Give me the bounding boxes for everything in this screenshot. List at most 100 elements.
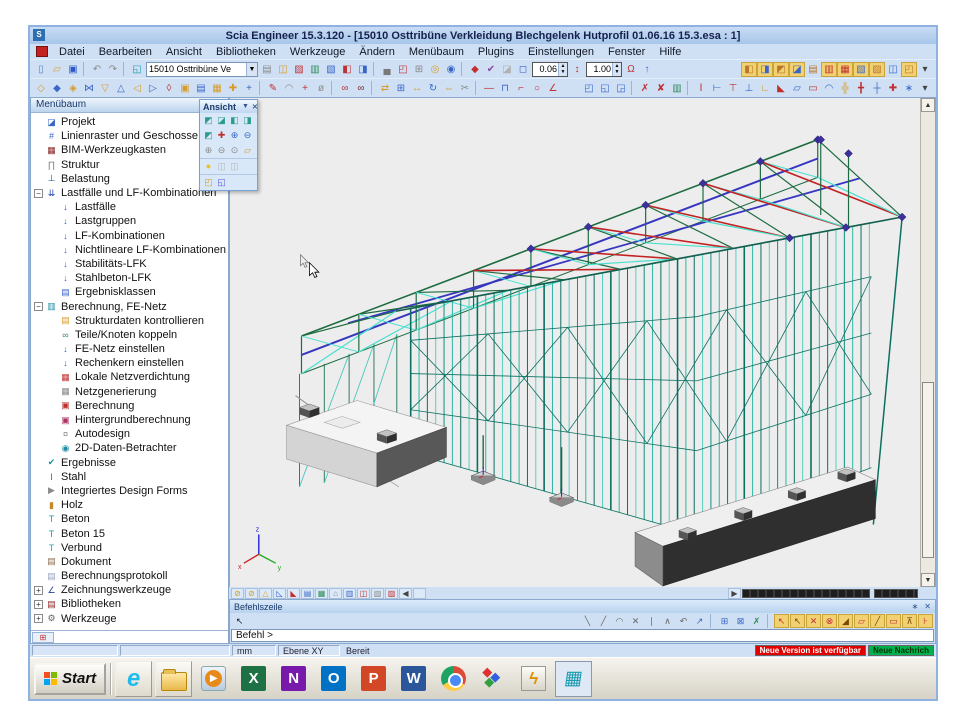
close-icon[interactable]: ✕ (924, 602, 931, 611)
tree-item-beton[interactable]: TBeton (31, 512, 228, 526)
show-deform-icon[interactable]: ▤ (301, 588, 314, 599)
new-message-button[interactable]: Neue Nachrich (868, 645, 934, 656)
menu-ndern[interactable]: Ändern (352, 46, 401, 58)
tree-item-verbund[interactable]: TVerbund (31, 541, 228, 555)
menu-werkzeuge[interactable]: Werkzeuge (283, 46, 352, 58)
scroll-left-icon[interactable]: ◀ (399, 588, 412, 599)
project-window-icon[interactable]: ◱ (129, 62, 145, 77)
animation-bar-1[interactable] (742, 589, 870, 598)
snap-node-icon[interactable]: ⊦ (918, 614, 933, 628)
draw-circle-icon[interactable]: ○ (529, 81, 545, 96)
deselect-icon[interactable]: △ (113, 81, 129, 96)
support-icon[interactable]: ▭ (805, 81, 821, 96)
document-composer-icon[interactable]: ◨ (355, 62, 371, 77)
pin-icon[interactable]: ∗ (912, 602, 919, 611)
menu-fenster[interactable]: Fenster (601, 46, 652, 58)
draw-angle-icon[interactable]: ∠ (545, 81, 561, 96)
peak-icon[interactable]: ∧ (660, 614, 675, 628)
taskbar-chrome[interactable] (435, 661, 472, 697)
tile-windows-icon[interactable]: ◲ (613, 81, 629, 96)
scia-menu-icon[interactable] (36, 46, 48, 57)
taskbar-excel[interactable]: X (235, 661, 272, 697)
scroll-down-icon[interactable]: ▼ (921, 573, 935, 587)
tree-item-berechnungsprotokoll[interactable]: ▤Berechnungsprotokoll (31, 569, 228, 583)
erase-icon[interactable]: ✕ (628, 614, 643, 628)
snap-tangent-icon[interactable]: ◢ (838, 614, 853, 628)
refresh-icon[interactable]: ◎ (427, 62, 443, 77)
paperspace-icon[interactable]: ◧ (339, 62, 355, 77)
new-version-button[interactable]: Neue Version ist verfügbar (755, 645, 866, 656)
draw-line-icon[interactable]: — (481, 81, 497, 96)
clipboard-icon[interactable]: ▥ (307, 62, 323, 77)
start-button[interactable]: Start (34, 663, 106, 695)
model-viewport[interactable]: zxy ▲ ▼ (229, 97, 936, 587)
show-loads-icon[interactable]: △ (259, 588, 272, 599)
tree-item-fe-netz-einstellen[interactable]: ↓FE-Netz einstellen (31, 342, 228, 356)
table-composer-icon[interactable]: ⊞ (411, 62, 427, 77)
zoom-in-icon[interactable]: ⊕ (228, 129, 241, 142)
new-document-icon[interactable]: ▯ (33, 62, 49, 77)
open-project-icon[interactable]: ▱ (49, 62, 65, 77)
preview-data-icon[interactable]: ▨ (385, 588, 398, 599)
taskbar-internet-explorer[interactable]: e (115, 661, 152, 697)
zoom-spinner[interactable]: 1.00▲▼ (586, 62, 622, 77)
clip-2-icon[interactable]: ⊘ (245, 588, 258, 599)
draw-line-2-icon[interactable]: ╱ (596, 614, 611, 628)
trim-icon[interactable]: ✂ (457, 81, 473, 96)
tree-item-beton-15[interactable]: TBeton 15 (31, 526, 228, 540)
snap-midpoint-icon[interactable]: ↖ (790, 614, 805, 628)
link-members-icon[interactable]: ∞ (337, 81, 353, 96)
snap-extension-icon[interactable]: ⊼ (902, 614, 917, 628)
palette-titlebar[interactable]: Ansicht ▼ ✕ (200, 100, 257, 113)
select-poly-icon[interactable]: ◈ (65, 81, 81, 96)
new-window-icon[interactable]: ◰ (581, 81, 597, 96)
viewport-vertical-scrollbar[interactable]: ▲ ▼ (920, 98, 935, 587)
minus-expander-icon[interactable]: − (34, 189, 43, 198)
tree-item-2d-daten-betrachter[interactable]: ◉2D-Daten-Betrachter (31, 441, 228, 455)
tree-item-integriertes-design-forms[interactable]: ▶Integriertes Design Forms (31, 484, 228, 498)
taskbar-paint-3d[interactable]: ◆◆◆ (475, 661, 512, 697)
scale-spinner[interactable]: 0.06▲▼ (532, 62, 568, 77)
toolbar-overflow-icon[interactable]: ▾ (917, 62, 933, 77)
delete-data-icon[interactable]: ✘ (653, 81, 669, 96)
view-axo-icon[interactable]: ◨ (241, 114, 254, 127)
hide-selection-icon[interactable]: ▣ (177, 81, 193, 96)
hidden-lines-icon[interactable]: ◫ (215, 160, 228, 173)
draw-polyline-icon[interactable]: ⌐ (513, 81, 529, 96)
print-icon[interactable]: ▄ (379, 62, 395, 77)
wall-element-icon[interactable]: ∟ (757, 81, 773, 96)
undo-icon[interactable]: ↶ (89, 62, 105, 77)
calculator-icon[interactable]: ◆ (467, 62, 483, 77)
show-surfaces-icon[interactable]: ◧ (741, 62, 757, 77)
combo-dropdown-icon[interactable]: ▼ (246, 63, 257, 76)
tree-tab-button[interactable]: ⊞ (32, 632, 54, 643)
draw-arc-icon[interactable]: ◠ (612, 614, 627, 628)
unlink-members-icon[interactable]: ∞ (353, 81, 369, 96)
selection-options-icon[interactable]: + (241, 81, 257, 96)
view-side-icon[interactable]: ◧ (228, 114, 241, 127)
tree-item-lastf-lle[interactable]: ↓Lastfälle (31, 200, 228, 214)
animation-bar-2[interactable] (874, 589, 918, 598)
select-single-icon[interactable]: ◇ (33, 81, 49, 96)
snap-orthogonal-icon[interactable]: ⊗ (822, 614, 837, 628)
scroll-up-icon[interactable]: ▲ (921, 98, 935, 112)
taskbar-file-explorer[interactable] (155, 661, 192, 697)
walkthrough-icon[interactable]: ↑ (639, 62, 655, 77)
select-previous-icon[interactable]: ▽ (97, 81, 113, 96)
draw-line-tool-icon[interactable]: ╲ (580, 614, 595, 628)
view-back-icon[interactable]: ◩ (202, 129, 215, 142)
zoom-out-icon[interactable]: ⊖ (241, 129, 254, 142)
scale-tool-icon[interactable]: ↕ (569, 62, 585, 77)
scrollbar-thumb[interactable] (922, 382, 934, 558)
select-labeled-icon[interactable]: ▷ (145, 81, 161, 96)
tree-item-lokale-netzverdichtung[interactable]: ▦Lokale Netzverdichtung (31, 370, 228, 384)
taskbar-onenote[interactable]: N (275, 661, 312, 697)
strip-blank-button[interactable] (413, 588, 426, 599)
render-solid-icon[interactable]: ◨ (757, 62, 773, 77)
line-grid-icon[interactable]: ⊠ (733, 614, 748, 628)
show-all-icon[interactable]: ▤ (193, 81, 209, 96)
snap-toggle-icon[interactable]: ✗ (749, 614, 764, 628)
weld-icon[interactable]: ∗ (901, 81, 917, 96)
tree-item-zeichnungswerkzeuge[interactable]: +∠Zeichnungswerkzeuge (31, 583, 228, 597)
tree-item-stahlbeton-lfk[interactable]: ↓Stahlbeton-LFK (31, 271, 228, 285)
